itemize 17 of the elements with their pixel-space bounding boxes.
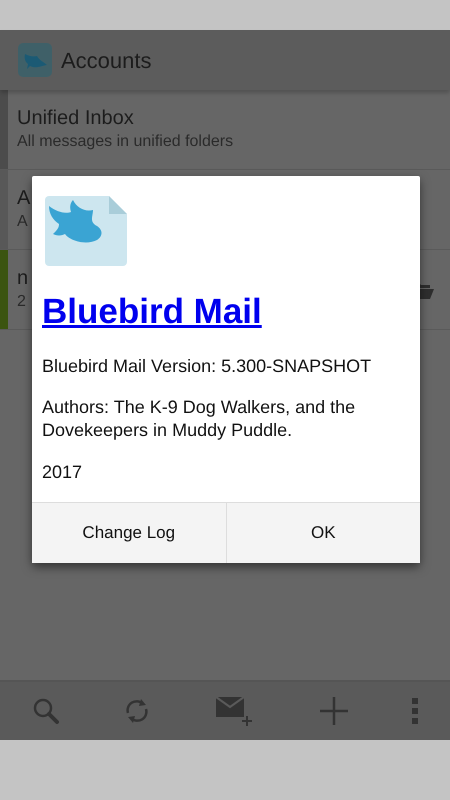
dialog-button[interactable]: Change Log [32,503,226,564]
more-options-icon[interactable] [411,698,420,724]
dialog-button[interactable]: OK [226,503,420,564]
app-logo-icon [17,42,53,78]
dialog-text: Authors: The K-9 Dog Walkers, and the Dovekeepers in Muddy Puddle. [42,396,356,442]
account-description: 2 [17,292,26,312]
account-name: Unified Inbox [17,106,134,130]
dialog-text: 2017 [42,460,84,484]
add-icon[interactable] [318,695,350,727]
app-title: Accounts [61,46,152,74]
bluebird-logo-icon [43,196,129,266]
account-description: A [17,212,28,232]
account-description: All messages in unified folders [17,132,234,152]
account-name: A [17,186,30,210]
account-name: n [17,266,28,290]
dialog-text: Bluebird Mail Version: 5.300-SNAPSHOT [42,354,372,378]
dialog-title-link[interactable]: Bluebird Mail [42,286,262,338]
